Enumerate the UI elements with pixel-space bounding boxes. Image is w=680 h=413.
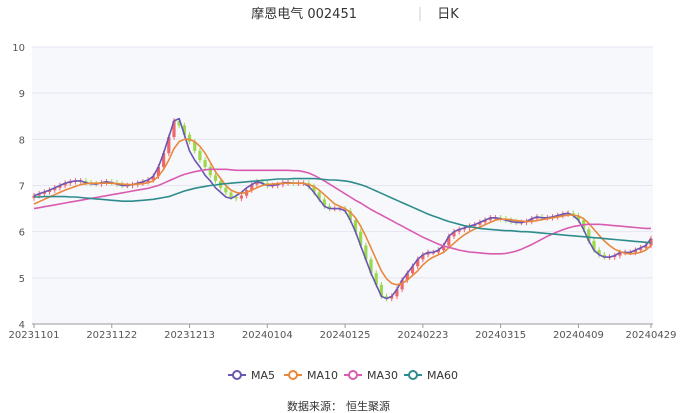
x-axis-ticks: 20231101 20231122 20231213 20240104 20240125… — [9, 323, 677, 341]
chart-title: 摩恩电气 002451 — [251, 6, 357, 22]
legend-label-ma5: MA5 — [251, 369, 275, 382]
kline-chart: 摩恩电气 002451 日K 45678910 20231101 20231122… — [9, 6, 677, 413]
legend-item-ma5[interactable]: MA5 — [228, 369, 275, 382]
legend-marker-ma60 — [408, 370, 418, 380]
y-tick-label: 10 — [12, 43, 25, 54]
candle-body — [224, 187, 228, 193]
y-tick-label: 7 — [19, 182, 25, 193]
y-tick-label: 8 — [19, 135, 25, 146]
source-value: 恒生聚源 — [346, 399, 390, 413]
x-tick-label: 20240315 — [475, 330, 526, 341]
x-tick-label: 20240409 — [553, 330, 604, 341]
legend-marker-ma5 — [232, 370, 242, 380]
candle-body — [234, 197, 238, 199]
x-tick-label: 20240104 — [242, 330, 293, 341]
y-axis-ticks: 45678910 — [12, 43, 25, 331]
legend-label-ma10: MA10 — [307, 369, 338, 382]
y-tick-label: 5 — [19, 274, 25, 285]
legend-item-ma10[interactable]: MA10 — [284, 369, 338, 382]
legend: MA5 MA10 MA30 MA60 — [228, 369, 458, 382]
x-tick-label: 20231213 — [164, 330, 215, 341]
candle-body — [213, 175, 218, 181]
legend-label-ma30: MA30 — [367, 369, 398, 382]
x-tick-label: 20240429 — [626, 330, 677, 341]
legend-marker-ma10 — [288, 370, 298, 380]
candle-body — [198, 150, 202, 161]
x-tick-label: 20231122 — [86, 330, 137, 341]
period-label: 日K — [437, 7, 459, 22]
legend-marker-ma30 — [348, 370, 358, 380]
legend-item-ma30[interactable]: MA30 — [344, 369, 398, 382]
x-tick-label: 20231101 — [9, 330, 60, 341]
y-tick-label: 6 — [19, 228, 25, 239]
legend-label-ma60: MA60 — [427, 369, 458, 382]
candle-body — [229, 192, 233, 198]
candle-body — [208, 167, 212, 176]
candle-body — [239, 195, 243, 199]
legend-item-ma60[interactable]: MA60 — [404, 369, 458, 382]
candle-body — [203, 160, 207, 168]
source-label: 数据来源： — [287, 399, 342, 413]
x-tick-label: 20240223 — [397, 330, 448, 341]
y-tick-label: 9 — [19, 89, 25, 100]
x-tick-label: 20240125 — [320, 330, 371, 341]
